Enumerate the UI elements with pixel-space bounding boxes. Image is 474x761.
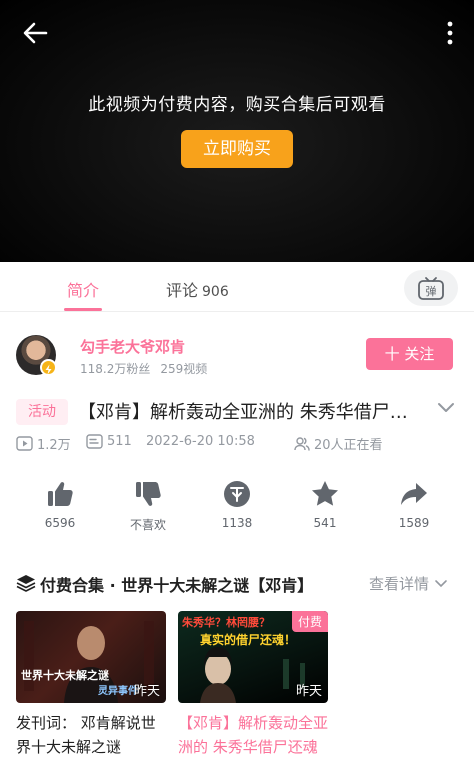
video-thumbnail: 世界十大未解之谜 灵异事件 昨天 <box>16 611 166 703</box>
share-count: 1589 <box>398 516 430 530</box>
video-count: 259视频 <box>160 362 208 376</box>
thumbnail-subcaption: 真实的借尸还魂！ <box>200 633 297 647</box>
uploader-stats: 118.2万粉丝 259视频 <box>80 360 217 377</box>
watching-now: 20人正在看 <box>294 434 383 453</box>
view-count: 1.2万 <box>16 434 71 453</box>
view-count-value: 1.2万 <box>37 438 71 453</box>
danmaku-count: 511 <box>86 434 132 449</box>
collection-title: 付费合集 · 世界十大未解之谜【邓肯】 <box>40 576 314 595</box>
activity-tag[interactable]: 活动 <box>16 399 68 425</box>
follow-button[interactable]: 十 关注 <box>366 338 453 370</box>
video-title: 【邓肯】解析轰动全亚洲的 朱秀华借尸还魂案 <box>78 402 418 423</box>
verified-badge-icon <box>40 359 57 376</box>
buy-now-button[interactable]: 立即购买 <box>181 130 293 168</box>
view-details-link[interactable]: 查看详情 <box>369 573 448 594</box>
like-count: 6596 <box>44 516 76 530</box>
danmaku-icon-text: 弹 <box>426 284 437 298</box>
danmaku-toggle-button[interactable]: 弹 <box>404 270 458 306</box>
collection-card[interactable]: 朱秀华？林罔腰？ 真实的借尸还魂！ 付费 昨天 【邓肯】解析轰动全亚洲的 朱秀华… <box>178 611 328 759</box>
follower-count: 118.2万粉丝 <box>80 362 151 376</box>
paid-badge: 付费 <box>291 611 328 632</box>
comments-count: 906 <box>202 284 229 300</box>
publish-date-value: 2022-6-20 10:58 <box>146 434 255 449</box>
coin-icon <box>224 481 250 507</box>
danmaku-icon: 弹 <box>418 277 444 300</box>
thumbnail-time: 昨天 <box>133 684 160 699</box>
publish-date: 2022-6-20 10:58 <box>146 434 255 449</box>
thumbnail-caption: 世界十大未解之谜 <box>21 669 109 682</box>
video-player[interactable]: 此视频为付费内容，购买合集后可观看 立即购买 <box>0 0 474 262</box>
stack-icon <box>16 575 36 592</box>
collection-card[interactable]: 世界十大未解之谜 灵异事件 昨天 发刊词： 邓肯解说世界十大未解之谜 <box>16 611 166 759</box>
paywall-message: 此视频为付费内容，购买合集后可观看 <box>88 95 386 115</box>
uploader-name[interactable]: 勾手老大爷邓肯 <box>80 336 185 357</box>
thumbnail-subcaption: 灵异事件 <box>98 686 138 697</box>
dislike-button[interactable]: 不喜欢 <box>113 478 183 533</box>
dislike-label: 不喜欢 <box>129 518 166 532</box>
collection-header[interactable]: 付费合集 · 世界十大未解之谜【邓肯】 查看详情 <box>16 572 461 595</box>
thumbnail-time: 昨天 <box>295 684 322 699</box>
chevron-down-icon <box>434 580 447 588</box>
thumbs-up-icon <box>48 482 73 506</box>
favorite-button[interactable]: 541 <box>290 478 360 530</box>
people-icon <box>294 437 310 451</box>
active-tab-indicator <box>64 308 102 311</box>
view-details-label: 查看详情 <box>369 575 430 593</box>
play-count-icon <box>16 436 33 451</box>
favorite-count: 541 <box>313 516 337 530</box>
like-button[interactable]: 6596 <box>25 478 95 530</box>
share-icon <box>401 483 427 505</box>
tab-bar: 简介 评论 906 弹 <box>0 262 474 312</box>
coin-count: 1138 <box>221 516 253 530</box>
coin-button[interactable]: 1138 <box>202 478 272 530</box>
watching-now-value: 20人正在看 <box>314 438 383 453</box>
thumbnail-caption: 朱秀华？林罔腰？ <box>182 616 270 629</box>
danmaku-count-icon <box>86 434 103 449</box>
thumbs-down-icon <box>136 482 161 506</box>
tab-comments-label: 评论 <box>166 281 199 300</box>
card-title: 【邓肯】解析轰动全亚洲的 朱秀华借尸还魂案 <box>178 714 328 756</box>
more-menu-icon[interactable] <box>440 18 460 48</box>
chevron-down-icon[interactable] <box>436 400 456 416</box>
star-icon <box>312 481 338 506</box>
tab-intro[interactable]: 简介 <box>67 277 99 301</box>
video-thumbnail: 朱秀华？林罔腰？ 真实的借尸还魂！ 付费 昨天 <box>178 611 328 703</box>
danmaku-count-value: 511 <box>107 434 132 449</box>
tab-comments[interactable]: 评论 906 <box>166 277 229 301</box>
share-button[interactable]: 1589 <box>379 478 449 530</box>
back-arrow-icon[interactable] <box>20 18 54 48</box>
card-title: 发刊词： 邓肯解说世界十大未解之谜 <box>16 714 156 756</box>
